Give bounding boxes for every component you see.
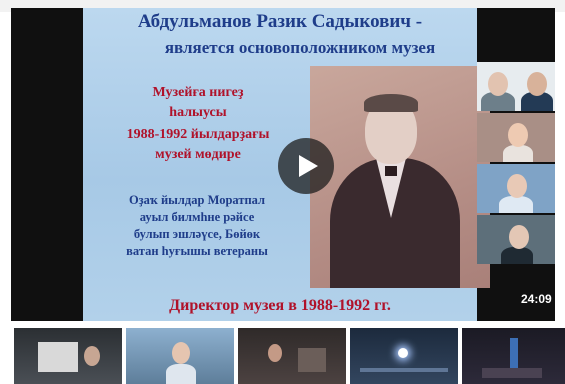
slide-description-line-2: ауыл билмһне рәйсе [139, 210, 255, 224]
video-duration: 24:09 [521, 292, 552, 306]
slide-description-line-4: ватан һуғышы ветераны [126, 244, 268, 258]
play-icon [299, 155, 318, 177]
thumbnail-3[interactable] [238, 328, 346, 384]
thumbnail-strip [0, 328, 565, 384]
slide-bashkir-line-2: һалыусы [169, 105, 227, 120]
play-button[interactable] [278, 138, 334, 194]
slide-subtitle: является основоположником музея [164, 38, 436, 57]
slide-footer: Директор музея в 1988-1992 гг. [169, 297, 391, 314]
slide-bashkir-line-3: 1988-1992 йылдарҙағы [126, 127, 270, 142]
thumbnail-4[interactable] [350, 328, 458, 384]
participant-tile-3[interactable] [477, 164, 555, 213]
portrait-photo [310, 66, 490, 288]
participant-tile-4[interactable] [477, 215, 555, 264]
participant-tile-1[interactable] [477, 62, 555, 111]
participant-tile-2[interactable] [477, 113, 555, 162]
video-player[interactable]: Абдульманов Разик Садыкович - является о… [11, 8, 555, 321]
slide-description-line-1: Оҙаҡ йылдар Моратпал [128, 193, 266, 207]
thumbnail-2[interactable] [126, 328, 234, 384]
slide-description-line-3: булып эшләүсе, Бөйөк [133, 227, 261, 241]
slide-bashkir-line-1: Музейға нигеҙ [152, 85, 244, 100]
thumbnail-1[interactable] [14, 328, 122, 384]
thumbnail-5[interactable] [462, 328, 565, 384]
slide-title: Абдульманов Разик Садыкович - [137, 11, 423, 32]
